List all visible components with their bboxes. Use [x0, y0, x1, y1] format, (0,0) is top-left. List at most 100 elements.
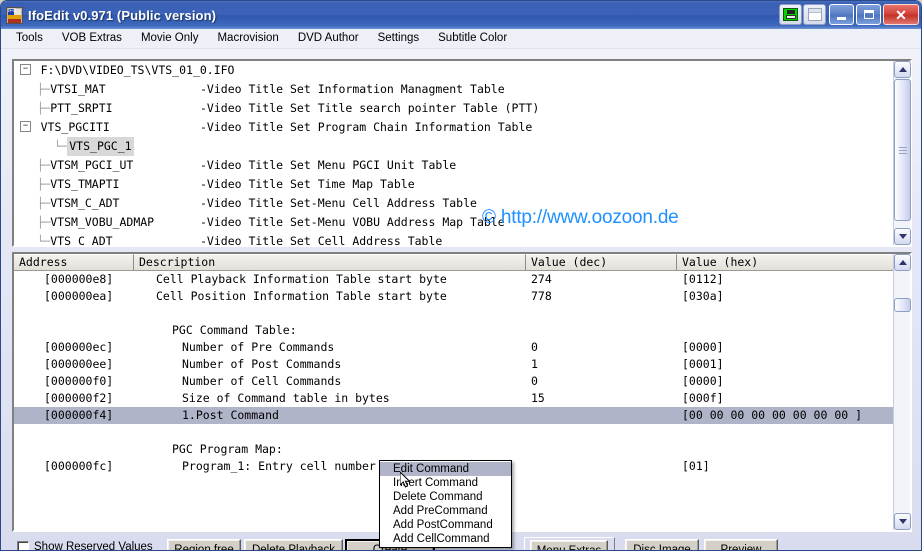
- cell-value-hex: [677, 322, 893, 339]
- grip-icon: [899, 147, 907, 154]
- cell-value-dec: [526, 305, 677, 322]
- menu-dvd-author[interactable]: DVD Author: [289, 31, 369, 46]
- context-menu-item-add-postcommand[interactable]: Add PostCommand: [380, 518, 511, 532]
- tree-item-label: VTSI_MAT: [50, 82, 106, 96]
- cell-description: [134, 424, 526, 441]
- table-row-spacer[interactable]: [14, 424, 893, 441]
- print-button[interactable]: [779, 4, 802, 25]
- table-row[interactable]: [000000f0] Number of Cell Commands 0 [00…: [14, 373, 893, 390]
- tree-item-vtsm-c-adt[interactable]: ├─VTSM_C_ADT -Video Title Set-Menu Cell …: [14, 194, 893, 213]
- show-reserved-values-label: Show Reserved Values: [34, 541, 153, 551]
- cell-value-hex: [000f]: [682, 391, 724, 405]
- minimize-button[interactable]: [829, 4, 854, 25]
- close-button[interactable]: ✕: [883, 4, 919, 25]
- table-row[interactable]: [000000e8] Cell Playback Information Tab…: [14, 271, 893, 288]
- chevron-up-icon: [898, 67, 907, 72]
- table-row[interactable]: [000000f2] Size of Command table in byte…: [14, 390, 893, 407]
- show-reserved-values-checkbox[interactable]: Show Reserved Values: [17, 541, 153, 551]
- table-row[interactable]: [000000ec] Number of Pre Commands 0 [000…: [14, 339, 893, 356]
- cell-value-dec: [526, 322, 677, 339]
- tree-scroll-down-button[interactable]: [894, 228, 911, 245]
- tree-item-vts-pgciti[interactable]: − VTS_PGCITI -Video Title Set Program Ch…: [14, 118, 893, 137]
- menu-extras-button[interactable]: Menu Extras: [530, 540, 608, 550]
- tree-item-vts-pgc-1[interactable]: └─ VTS_PGC_1: [14, 137, 893, 156]
- cell-value-hex: [677, 305, 893, 322]
- tree-item-label: VTS_TMAPTI: [50, 177, 120, 191]
- context-menu-item-insert-command[interactable]: Insert Command: [380, 476, 511, 490]
- context-menu-item-add-precommand[interactable]: Add PreCommand: [380, 504, 511, 518]
- tree-toggle-icon[interactable]: −: [20, 121, 31, 132]
- list-vertical-scrollbar[interactable]: [893, 254, 911, 530]
- cell-value-dec: [526, 441, 677, 458]
- cell-value-dec: [526, 424, 677, 441]
- context-menu-item-add-cellcommand[interactable]: Add CellCommand: [380, 532, 511, 546]
- cell-address: [14, 424, 134, 441]
- column-header-value-hex[interactable]: Value (hex): [677, 254, 910, 270]
- table-row-section-header[interactable]: PGC Command Table:: [14, 322, 893, 339]
- tree-item-vtsm-pgci-ut[interactable]: ├─VTSM_PGCI_UT -Video Title Set Menu PGC…: [14, 156, 893, 175]
- table-row[interactable]: [000000ee] Number of Post Commands 1 [00…: [14, 356, 893, 373]
- delete-playback-button[interactable]: Delete Playback: [244, 539, 343, 550]
- menu-tools[interactable]: Tools: [7, 31, 53, 46]
- tree-item-label: VTSM_C_ADT: [50, 196, 120, 210]
- printer-icon: [783, 8, 798, 21]
- cell-value-dec: 0: [531, 374, 538, 388]
- cell-description: Cell Position Information Table start by…: [156, 289, 447, 303]
- maximize-icon: [863, 10, 874, 19]
- chevron-down-icon: [898, 519, 907, 524]
- region-free-button[interactable]: Region free: [167, 539, 241, 550]
- tree-item-ptt-srpti[interactable]: ├─PTT_SRPTI -Video Title Set Title searc…: [14, 99, 893, 118]
- menu-subtitle-color[interactable]: Subtitle Color: [429, 31, 517, 46]
- tree-vertical-scrollbar[interactable]: [893, 61, 911, 245]
- cell-description: PGC Command Table:: [172, 323, 297, 337]
- menu-movie-only[interactable]: Movie Only: [132, 31, 209, 46]
- tree-toggle-icon[interactable]: −: [20, 64, 31, 75]
- table-row[interactable]: [000000ea] Cell Position Information Tab…: [14, 288, 893, 305]
- ifo-tree[interactable]: − F:\DVD\VIDEO_TS\VTS_01_0.IFO ├─VTSI_MA…: [14, 61, 893, 245]
- tree-item-desc: -Video Title Set Time Map Table: [200, 177, 415, 191]
- tree-root-label: F:\DVD\VIDEO_TS\VTS_01_0.IFO: [40, 63, 235, 77]
- list-scroll-down-button[interactable]: [894, 513, 911, 530]
- menu-vob-extras[interactable]: VOB Extras: [53, 31, 132, 46]
- context-menu-item-delete-command[interactable]: Delete Command: [380, 490, 511, 504]
- tree-root-row[interactable]: − F:\DVD\VIDEO_TS\VTS_01_0.IFO: [14, 61, 893, 80]
- cell-address: [000000ee]: [44, 357, 114, 371]
- table-row-selected[interactable]: [000000f4] 1.Post Command [00 00 00 00 0…: [14, 407, 893, 424]
- new-document-button[interactable]: [803, 4, 826, 25]
- cell-value-hex: [0000]: [682, 374, 724, 388]
- title-bar-buttons: ✕: [779, 4, 919, 25]
- title-bar: IFO IfoEdit v0.971 (Public version) ✕: [1, 1, 921, 29]
- checkbox-box-icon[interactable]: [17, 541, 29, 550]
- list-header-row: Address Description Value (dec) Value (h…: [14, 254, 910, 271]
- table-row-section-header[interactable]: PGC Program Map:: [14, 441, 893, 458]
- disc-image-button[interactable]: Disc Image: [625, 539, 699, 550]
- ifoedit-logo-icon: IFO: [6, 6, 23, 24]
- column-header-address[interactable]: Address: [14, 254, 134, 270]
- tree-scroll-up-button[interactable]: [894, 61, 911, 78]
- tree-item-desc: -Video Title Set-Menu Cell Address Table: [200, 196, 477, 210]
- cell-description: Number of Post Commands: [182, 357, 342, 371]
- context-menu-item-edit-command[interactable]: Edit Command: [380, 462, 511, 476]
- cell-value-hex: [0000]: [682, 340, 724, 354]
- tree-item-vts-c-adt[interactable]: └─VTS_C_ADT -Video Title Set Cell Addres…: [14, 232, 893, 245]
- cell-value-dec: 0: [531, 340, 538, 354]
- column-header-description[interactable]: Description: [134, 254, 526, 270]
- tree-item-label: PTT_SRPTI: [50, 101, 113, 115]
- maximize-button[interactable]: [856, 4, 881, 25]
- tree-item-vts-tmapti[interactable]: ├─VTS_TMAPTI -Video Title Set Time Map T…: [14, 175, 893, 194]
- tree-item-vtsi-mat[interactable]: ├─VTSI_MAT -Video Title Set Information …: [14, 80, 893, 99]
- preview-button[interactable]: Preview: [704, 539, 778, 550]
- cell-description: Number of Pre Commands: [182, 340, 335, 354]
- tree-item-vtsm-vobu-admap[interactable]: ├─VTSM_VOBU_ADMAP -Video Title Set-Menu …: [14, 213, 893, 232]
- list-scroll-up-button[interactable]: [894, 254, 911, 271]
- column-header-value-dec[interactable]: Value (dec): [526, 254, 677, 270]
- menu-settings[interactable]: Settings: [369, 31, 430, 46]
- menu-macrovision[interactable]: Macrovision: [208, 31, 288, 46]
- tree-scroll-thumb[interactable]: [894, 79, 911, 221]
- table-row-spacer[interactable]: [14, 305, 893, 322]
- command-context-menu: Edit Command Insert Command Delete Comma…: [379, 460, 512, 548]
- cell-value-dec: 1: [531, 357, 538, 371]
- list-scroll-thumb[interactable]: [894, 298, 911, 312]
- cell-address: [000000f4]: [44, 408, 114, 422]
- tree-item-label-selected: VTS_PGC_1: [67, 137, 134, 156]
